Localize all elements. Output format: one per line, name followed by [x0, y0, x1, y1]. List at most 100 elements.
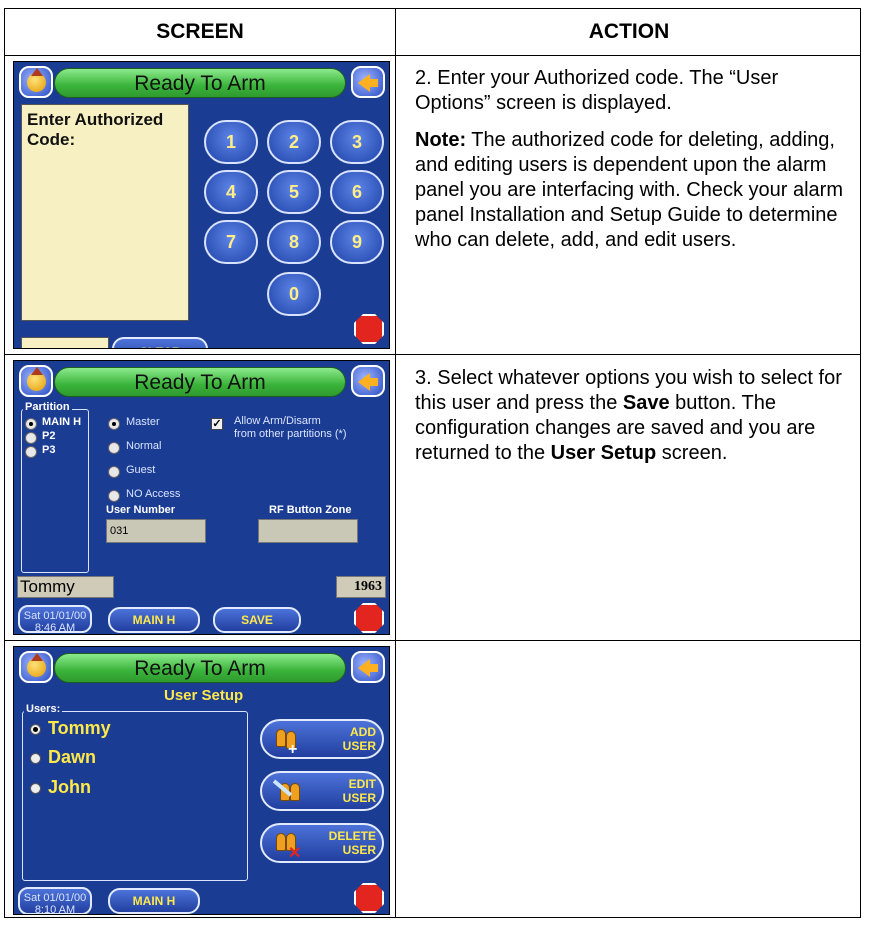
user-setup-word: User Setup — [550, 442, 657, 464]
step-2-text: 2. Enter your Authorized code. The “User… — [415, 67, 779, 114]
key-9[interactable]: 9 — [330, 220, 384, 264]
action-step-2: 2. Enter your Authorized code. The “User… — [415, 66, 855, 265]
panic-stop-icon[interactable] — [354, 883, 384, 913]
header-action: ACTION — [588, 20, 670, 43]
clear-button[interactable]: CLEAR — [112, 337, 208, 348]
date-time-button[interactable]: Sat 01/01/00 8:10 AM — [18, 887, 92, 915]
note-text: The authorized code for deleting, adding… — [415, 129, 843, 251]
add-user-label-2: USER — [342, 739, 376, 753]
panic-stop-icon[interactable] — [354, 314, 384, 344]
partition-p2-label: P2 — [42, 430, 56, 442]
edit-user-button[interactable]: EDIT USER — [260, 771, 384, 811]
partition-main-label: MAIN H — [42, 416, 82, 428]
user-setup-heading: User Setup — [164, 687, 244, 704]
user-code-field[interactable]: 1963 — [336, 576, 386, 598]
key-2[interactable]: 2 — [267, 120, 321, 164]
key-7[interactable]: 7 — [204, 220, 258, 264]
partition-label: Partition — [23, 401, 72, 413]
option-radio-normal[interactable] — [108, 442, 120, 454]
note-label: Note: — [415, 129, 467, 151]
delete-user-icon: ✕ — [274, 831, 301, 862]
delete-user-button[interactable]: ✕ DELETE USER — [260, 823, 384, 863]
prompt-line-2: Code: — [27, 130, 76, 149]
key-4[interactable]: 4 — [204, 170, 258, 214]
user-radio-tommy[interactable] — [30, 724, 41, 735]
edit-user-label: EDIT USER — [343, 777, 376, 805]
rf-zone-field[interactable] — [258, 519, 358, 543]
key-0[interactable]: 0 — [267, 272, 321, 316]
row-divider — [5, 640, 860, 641]
key-3[interactable]: 3 — [330, 120, 384, 164]
back-button[interactable] — [351, 651, 385, 683]
delete-user-label-1: DELETE — [328, 829, 376, 843]
step-2-note: Note: The authorized code for deleting, … — [415, 128, 855, 253]
back-button[interactable] — [351, 365, 385, 397]
code-prompt-pane: Enter Authorized Code: — [21, 104, 189, 321]
user-item-dawn[interactable]: Dawn — [48, 747, 96, 768]
date-line: Sat 01/01/00 — [23, 610, 87, 622]
time-line: 8:46 AM — [34, 622, 76, 634]
user-item-john[interactable]: John — [48, 777, 91, 798]
edit-user-label-1: EDIT — [348, 777, 376, 791]
key-5[interactable]: 5 — [267, 170, 321, 214]
key-1[interactable]: 1 — [204, 120, 258, 164]
house-icon — [27, 68, 46, 92]
allow-arm-label-2: from other partitions (*) — [234, 428, 347, 440]
add-user-label-1: ADD — [350, 725, 376, 739]
status-title: Ready To Arm — [54, 367, 346, 397]
option-master-label: Master — [126, 416, 160, 428]
user-radio-dawn[interactable] — [30, 753, 41, 764]
date-time-button[interactable]: Sat 01/01/00 8:46 AM — [18, 605, 92, 634]
partition-radio-main[interactable] — [25, 418, 37, 430]
row-divider — [5, 354, 860, 355]
step-3-text: 3. Select whatever options you wish to s… — [415, 366, 855, 466]
key-8[interactable]: 8 — [267, 220, 321, 264]
add-user-icon: + — [274, 727, 300, 758]
partition-p3-label: P3 — [42, 444, 56, 456]
action-step-3: 3. Select whatever options you wish to s… — [415, 366, 855, 478]
panic-stop-icon[interactable] — [354, 603, 384, 633]
partition-radio-p3[interactable] — [25, 446, 37, 458]
home-button[interactable] — [19, 66, 53, 98]
user-number-field[interactable]: 031 — [106, 519, 206, 543]
option-no-access-label: NO Access — [126, 488, 181, 500]
prompt-line-1: Enter Authorized — [27, 110, 164, 129]
instruction-table: SCREEN ACTION Ready To Arm Enter Authori… — [4, 8, 861, 918]
main-partition-button[interactable]: MAIN H — [108, 888, 200, 914]
allow-arm-checkbox[interactable]: ✓ — [211, 418, 223, 430]
add-user-button[interactable]: + ADD USER — [260, 719, 384, 759]
home-button[interactable] — [19, 651, 53, 683]
delete-user-label: DELETE USER — [329, 829, 376, 857]
edit-user-label-2: USER — [342, 791, 376, 805]
key-6[interactable]: 6 — [330, 170, 384, 214]
status-title: Ready To Arm — [54, 653, 346, 683]
house-icon — [27, 653, 46, 677]
add-user-label: ADD USER — [343, 725, 376, 753]
allow-arm-label-1: Allow Arm/Disarm — [234, 415, 321, 427]
user-radio-john[interactable] — [30, 783, 41, 794]
user-number-label: User Number — [106, 504, 176, 516]
back-button[interactable] — [351, 66, 385, 98]
save-button[interactable]: SAVE — [213, 607, 301, 633]
authorized-code-screen: Ready To Arm Enter Authorized Code: 1 2 … — [13, 61, 390, 349]
step-3-text-c: screen. — [656, 442, 728, 464]
user-name-field[interactable]: Tommy — [17, 576, 114, 598]
user-item-tommy[interactable]: Tommy — [48, 718, 111, 739]
option-normal-label: Normal — [126, 440, 162, 452]
rf-zone-label: RF Button Zone — [269, 504, 352, 516]
status-title: Ready To Arm — [54, 68, 346, 98]
header-screen: SCREEN — [156, 20, 244, 43]
option-radio-guest[interactable] — [108, 466, 120, 478]
option-radio-no-access[interactable] — [108, 490, 120, 502]
back-arrow-icon — [358, 373, 378, 391]
column-divider — [395, 9, 396, 917]
time-line: 8:10 AM — [34, 904, 76, 915]
partition-radio-p2[interactable] — [25, 432, 37, 444]
back-arrow-icon — [358, 659, 378, 677]
home-button[interactable] — [19, 365, 53, 397]
edit-user-icon — [272, 779, 300, 805]
code-entry-field[interactable] — [21, 337, 109, 348]
main-partition-button[interactable]: MAIN H — [108, 607, 200, 633]
house-icon — [27, 367, 46, 391]
option-radio-master[interactable] — [108, 418, 120, 430]
